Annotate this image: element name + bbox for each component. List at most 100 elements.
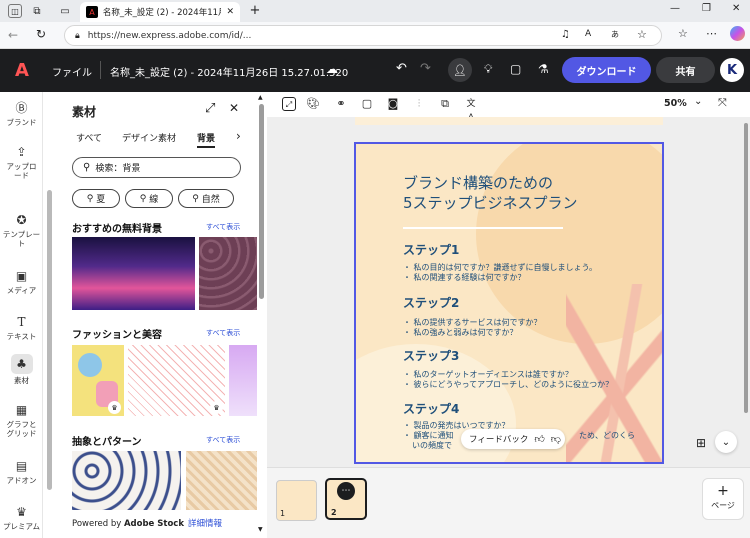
tab-actions-icon[interactable]: ⧉ — [30, 4, 44, 18]
vertical-tabs-icon[interactable]: ▭ — [58, 4, 72, 18]
back-icon[interactable]: ← — [8, 28, 18, 42]
see-all-fashion[interactable]: すべて表示 — [206, 328, 240, 338]
chart-icon: ▦ — [15, 403, 28, 417]
panel-scroll-down-icon[interactable]: ▼ — [258, 526, 263, 533]
panel-close-icon[interactable]: ✕ — [229, 101, 239, 115]
thumb-fashion-yellow[interactable]: ♛ — [72, 345, 124, 416]
crown-icon: ♛ — [16, 505, 27, 519]
tab-design-elements[interactable]: デザイン素材 — [122, 131, 176, 144]
premium-badge-icon: ♛ — [108, 401, 121, 414]
more-icon[interactable]: ⋯ — [706, 27, 717, 40]
add-page-button[interactable]: + ページ — [702, 478, 744, 520]
comment-icon[interactable]: ▢ — [510, 62, 521, 76]
color-palette-icon[interactable]: 🎨︎ — [306, 97, 320, 111]
thumb-blue-floral[interactable] — [72, 451, 181, 510]
document-title[interactable]: 名称_未_設定 (2) - 2024年11月26日 15.27.01.520 — [110, 64, 348, 79]
page-more-icon[interactable]: ⋯ — [337, 482, 355, 500]
new-tab-icon[interactable]: + — [248, 3, 262, 18]
brand-icon: Ⓑ — [15, 101, 28, 115]
grid-view-icon[interactable]: ⊞ — [691, 433, 711, 453]
cloud-icon: ☁ — [326, 62, 338, 76]
chip-nature[interactable]: ⚲ 自然 — [178, 189, 234, 208]
lock-icon[interactable]: 🔒︎ — [75, 31, 80, 41]
thumb-fashion-red-lines[interactable]: ♛ — [128, 345, 225, 416]
canvas-scrollbar[interactable] — [744, 123, 748, 413]
share-button[interactable]: 共有 — [656, 57, 715, 83]
learn-more-link[interactable]: 詳細情報 — [188, 519, 222, 529]
panel-scrollbar[interactable] — [259, 104, 264, 299]
text-icon: T — [17, 315, 26, 329]
chip-line[interactable]: ⚲ 線 — [125, 189, 173, 208]
layers-icon[interactable]: ⧉ — [438, 97, 452, 111]
rail-premium[interactable]: ♛ プレミアム — [0, 504, 43, 531]
tab-backgrounds[interactable]: 背景 — [197, 131, 216, 148]
copilot-icon[interactable] — [730, 26, 745, 41]
panel-scroll-up-icon[interactable]: ▲ — [258, 94, 263, 101]
zoom-chevron-icon[interactable]: ⌄ — [694, 96, 702, 107]
translate-icon[interactable]: あ — [611, 29, 619, 40]
thumbs-down-icon[interactable]: 👎︎ — [551, 433, 561, 445]
chip-summer[interactable]: ⚲ 夏 — [72, 189, 120, 208]
invite-icon[interactable]: 👤︎ — [448, 58, 472, 82]
profile-icon[interactable]: ◫ — [8, 4, 22, 18]
tab-all[interactable]: すべて — [76, 131, 102, 144]
url-field[interactable]: 🔒︎ https://new.express.adobe.com/id/... … — [64, 25, 662, 46]
reload-icon[interactable]: ↻ — [36, 27, 46, 41]
favorite-star-icon[interactable]: ☆ — [637, 28, 647, 41]
download-button[interactable]: ダウンロード — [562, 57, 651, 83]
minimize-icon[interactable]: — — [670, 3, 680, 14]
search-input[interactable]: ⚲ 検索：背景 — [72, 157, 241, 178]
chip-search-icon: ⚲ — [86, 193, 94, 204]
see-all-abstract[interactable]: すべて表示 — [206, 435, 240, 445]
restore-icon[interactable]: ❐ — [702, 3, 711, 14]
collapse-chevron-icon[interactable]: ⌄ — [715, 431, 737, 453]
read-aloud-icon[interactable]: A — [585, 29, 591, 39]
rail-chart[interactable]: ▦ グラフとグリッド — [0, 402, 43, 438]
bell-icon[interactable]: ♫ — [561, 29, 570, 40]
thumb-wave-landscape[interactable] — [72, 237, 195, 310]
thumb-beige-pattern[interactable] — [186, 451, 257, 510]
premium-badge-icon: ♛ — [210, 401, 223, 414]
thumb-decoration — [78, 353, 102, 377]
thumbs-up-icon[interactable]: 👍︎ — [534, 433, 544, 445]
rail-elements[interactable]: ♣ 素材 — [0, 354, 43, 385]
undo-icon[interactable]: ↶ — [396, 61, 407, 76]
beaker-icon[interactable]: ⚗ — [538, 62, 549, 76]
slide-title-line2: 5ステップビジネスプラン — [403, 194, 578, 212]
adobe-stock-brand: Adobe Stock — [123, 519, 184, 529]
rail-text[interactable]: T テキスト — [0, 314, 43, 341]
rail-addon[interactable]: ▤ アドオン — [0, 458, 43, 485]
rail-upload[interactable]: ⇪ アップロード — [0, 144, 43, 180]
thumb-fashion-purple[interactable] — [229, 345, 257, 416]
file-menu[interactable]: ファイル — [52, 64, 92, 79]
thumb-mauve-pattern[interactable] — [199, 237, 257, 310]
adobe-express-logo-icon[interactable]: A — [12, 60, 32, 81]
rail-media[interactable]: ▣ メディア — [0, 268, 43, 295]
favorites-icon[interactable]: ☆ — [678, 27, 688, 40]
slide[interactable]: ブランド構築のための 5ステップビジネスプラン ステップ1 ・ 私の目的は何です… — [354, 142, 664, 464]
rail-template[interactable]: ✪ テンプレート — [0, 212, 43, 248]
shapes-icon[interactable]: ⚭ — [334, 97, 348, 111]
page-thumb-2[interactable]: ⋯ 2 — [325, 478, 367, 520]
resize-icon[interactable]: ⤢ — [282, 97, 296, 111]
tab-next-chevron-icon[interactable]: › — [236, 129, 241, 143]
rail-scrollbar[interactable] — [47, 190, 52, 490]
align-icon[interactable]: ⫶ — [412, 97, 426, 111]
expand-icon[interactable]: ⤢ — [205, 101, 215, 116]
address-bar-row: ← ↻ 🔒︎ https://new.express.adobe.com/id/… — [0, 22, 750, 49]
window-close-icon[interactable]: ✕ — [732, 3, 740, 14]
square-icon[interactable]: ▢ — [360, 97, 374, 111]
active-tab[interactable]: A 名称_未_設定 (2) - 2024年11月26日 15. ✕ — [80, 2, 240, 22]
frame-icon[interactable]: ◙ — [386, 97, 400, 111]
fit-icon[interactable]: ⤧ — [718, 96, 727, 110]
tab-close-icon[interactable]: ✕ — [226, 7, 234, 17]
see-all-free[interactable]: すべて表示 — [206, 222, 240, 232]
page-thumb-1[interactable]: 1 — [276, 480, 317, 521]
translate-text-icon[interactable]: 文A — [464, 97, 478, 123]
avatar[interactable]: K — [720, 58, 744, 82]
canvas-area[interactable]: ブランド構築のための 5ステップビジネスプラン ステップ1 ・ 私の目的は何です… — [267, 117, 750, 467]
rail-brand[interactable]: Ⓑ ブランド — [0, 100, 43, 127]
lightbulb-icon[interactable]: 💡︎ — [484, 62, 492, 77]
redo-icon[interactable]: ↷ — [420, 61, 431, 76]
zoom-level[interactable]: 50% — [664, 98, 687, 109]
